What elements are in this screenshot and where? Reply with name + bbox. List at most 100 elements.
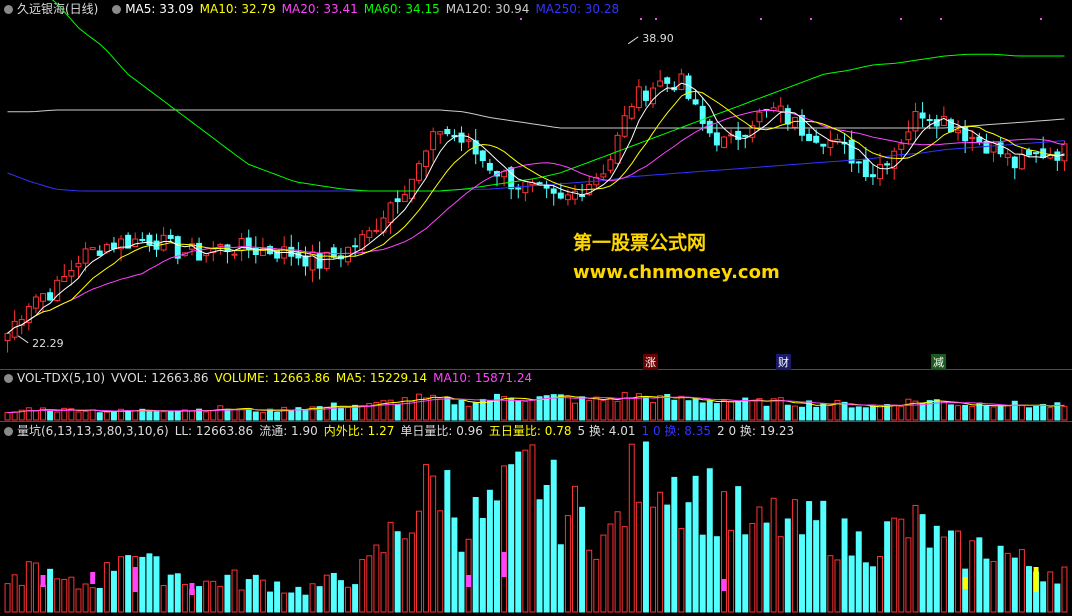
- pit-bar: [40, 584, 46, 613]
- pit-highlight: [189, 583, 195, 595]
- volume-bar: [167, 410, 174, 421]
- volume-bar: [330, 402, 337, 421]
- volume-bar: [11, 411, 18, 421]
- candle-body: [607, 159, 614, 171]
- event-tag-zhang[interactable]: 涨: [643, 354, 658, 370]
- candle-body: [522, 181, 529, 194]
- pit-bar: [479, 517, 486, 613]
- volume-bar: [210, 409, 217, 421]
- candle-body: [1026, 150, 1032, 156]
- pit-bar: [522, 449, 529, 613]
- volume-bar: [245, 408, 252, 421]
- pit-bar: [820, 500, 827, 613]
- pit-bar: [650, 506, 657, 613]
- pit-bar: [1026, 566, 1032, 613]
- volume-bar: [89, 409, 96, 421]
- candle-body: [628, 105, 635, 119]
- volume-bar: [862, 407, 869, 421]
- pit-bar: [408, 532, 415, 613]
- event-tag-jian[interactable]: 减: [931, 354, 946, 370]
- volume-bar: [614, 400, 621, 421]
- pit-bar: [252, 574, 259, 613]
- candle-body: [437, 131, 444, 135]
- volume-bar: [125, 410, 132, 421]
- volume-bar: [231, 409, 238, 421]
- signal-dot: [760, 18, 762, 20]
- volume-bar: [735, 401, 742, 421]
- volume-bar: [650, 401, 657, 421]
- volume-bar: [990, 406, 997, 421]
- volume-bar: [188, 410, 195, 421]
- signal-dot: [1040, 18, 1042, 20]
- volume-bar: [536, 396, 543, 421]
- candle-body: [160, 234, 167, 251]
- pit-bar: [962, 568, 969, 613]
- volume-bar: [593, 396, 600, 421]
- candle-body: [1018, 153, 1025, 170]
- watermark-line2: www.chnmoney.com: [573, 262, 780, 283]
- candle-body: [508, 167, 515, 190]
- candle-body: [678, 73, 685, 90]
- candle-body: [174, 236, 181, 259]
- volume-bar: [494, 393, 500, 421]
- signal-dot: [900, 18, 902, 20]
- pit-bar: [1054, 583, 1061, 613]
- candle-body: [1033, 152, 1040, 155]
- pit-bar: [146, 553, 153, 613]
- pit-bar: [642, 441, 649, 613]
- pit-bar: [423, 464, 430, 613]
- pit-bar: [813, 520, 820, 613]
- candle-body: [415, 163, 422, 181]
- pit-bar: [848, 555, 855, 613]
- pit-bar: [47, 568, 54, 613]
- volume-bar: [720, 399, 727, 421]
- pit-bar: [784, 518, 791, 613]
- candle-body: [366, 230, 373, 238]
- volume-bar: [699, 402, 706, 421]
- pit-bar: [664, 504, 671, 613]
- candle-body: [75, 262, 82, 268]
- candle-body: [479, 150, 486, 162]
- low-price-label: 22.29: [32, 337, 64, 350]
- volume-bar: [274, 411, 281, 421]
- volume-bar: [174, 410, 181, 421]
- candle-body: [905, 131, 912, 141]
- volume-bar: [4, 412, 11, 421]
- kline-chart[interactable]: 38.90 22.29: [0, 0, 1072, 616]
- pit-bar: [295, 586, 302, 613]
- volume-bar: [252, 411, 259, 421]
- pit-bar: [855, 531, 862, 613]
- pit-bar: [281, 592, 288, 613]
- volume-bar: [763, 405, 770, 421]
- volume-bar: [713, 403, 720, 421]
- candle-body: [685, 75, 692, 99]
- candle-body: [373, 229, 380, 232]
- candle-body: [614, 134, 621, 164]
- candle-body: [855, 161, 862, 164]
- pit-bar: [430, 475, 437, 613]
- candle-body: [394, 198, 401, 203]
- candle-body: [61, 275, 68, 282]
- pit-bar: [139, 556, 146, 613]
- volume-bar: [486, 400, 493, 421]
- pit-bar: [316, 586, 323, 613]
- pit-bar: [82, 583, 89, 613]
- volume-bar: [813, 406, 820, 421]
- volume-bar: [1011, 400, 1018, 421]
- volume-bar: [515, 400, 522, 421]
- volume-bar: [359, 405, 366, 421]
- candle-body: [969, 136, 976, 140]
- pit-bar: [862, 562, 869, 613]
- pit-highlight: [721, 579, 727, 591]
- pit-bar: [238, 589, 245, 613]
- pit-bar: [905, 537, 912, 613]
- pit-bar: [955, 530, 962, 613]
- candle-body: [103, 244, 110, 253]
- candle-body: [813, 135, 820, 143]
- pit-bar: [898, 518, 905, 613]
- pit-bar: [926, 547, 933, 613]
- event-tag-cai[interactable]: 财: [776, 354, 791, 370]
- pit-bar: [203, 580, 210, 613]
- pit-bar: [380, 552, 387, 613]
- candle-body: [642, 90, 649, 101]
